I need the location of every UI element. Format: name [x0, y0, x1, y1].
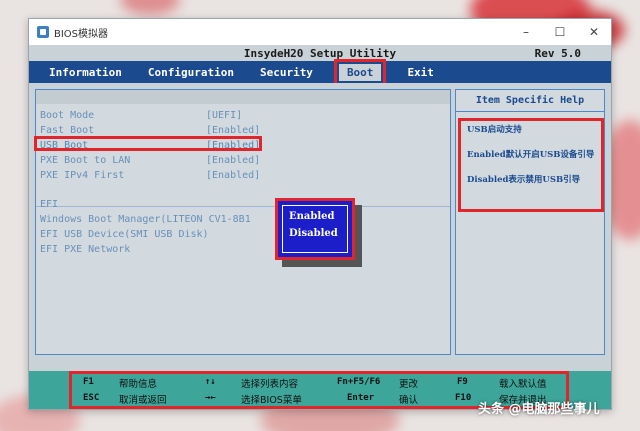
- option-pxe-ipv4-first[interactable]: PXE IPv4 First [Enabled]: [40, 170, 260, 181]
- option-value: [UEFI]: [206, 110, 243, 121]
- efi-item-usb-device[interactable]: EFI USB Device(SMI USB Disk): [40, 229, 209, 240]
- key-desc: 帮助信息: [119, 379, 158, 390]
- help-panel: Item Specific Help USB启动支持 Enabled默认开启US…: [455, 89, 605, 355]
- option-pxe-boot-lan[interactable]: PXE Boot to LAN [Enabled]: [40, 155, 260, 166]
- close-button[interactable]: ✕: [577, 19, 611, 45]
- efi-item-windows-boot-manager[interactable]: Windows Boot Manager(LITEON CV1-8B1: [40, 214, 251, 225]
- key-fn-f5-f6: Fn+F5/F6: [337, 377, 381, 387]
- option-label: Boot Mode: [40, 110, 95, 121]
- key-f10: F10: [455, 393, 472, 403]
- option-value: [Enabled]: [206, 170, 261, 181]
- menu-boot[interactable]: Boot: [333, 58, 387, 86]
- key-desc: 更改: [399, 379, 419, 390]
- key-f9: F9: [457, 377, 468, 387]
- option-boot-mode[interactable]: Boot Mode [UEFI]: [40, 110, 242, 121]
- key-up-down: ↑↓: [205, 377, 216, 387]
- key-left-right: →←: [205, 393, 216, 403]
- boot-options-panel: Boot Mode [UEFI] Fast Boot [Enabled] USB B…: [34, 89, 451, 355]
- help-line: Disabled表示禁用USB引导: [467, 175, 581, 185]
- option-value: [Enabled]: [206, 155, 261, 166]
- popup-option-disabled[interactable]: Disabled: [289, 225, 341, 242]
- popup-option-enabled[interactable]: Enabled: [289, 208, 341, 225]
- menu-exit[interactable]: Exit: [407, 66, 434, 79]
- option-label: PXE Boot to LAN: [40, 155, 131, 166]
- bios-body: Boot Mode [UEFI] Fast Boot [Enabled] USB B…: [29, 83, 611, 371]
- bios-header: InsydeH20 Setup Utility Rev 5.0: [29, 45, 611, 61]
- key-desc: 选择列表内容: [241, 379, 299, 390]
- key-desc: 载入默认值: [499, 379, 547, 390]
- value-select-popup: Enabled Disabled: [275, 198, 355, 260]
- key-desc: 确认: [399, 395, 419, 406]
- help-line: USB启动支持: [467, 125, 522, 135]
- window-title: BIOS模拟器: [54, 28, 109, 40]
- efi-heading: EFI: [40, 199, 59, 210]
- menu-security[interactable]: Security: [260, 66, 313, 79]
- efi-item-pxe-network[interactable]: EFI PXE Network: [40, 244, 130, 255]
- key-esc: ESC: [83, 393, 100, 403]
- window-titlebar[interactable]: BIOS模拟器 – ☐ ✕: [29, 19, 611, 45]
- maximize-button[interactable]: ☐: [543, 19, 577, 45]
- help-line: Enabled默认开启USB设备引导: [467, 150, 595, 160]
- option-label: Fast Boot: [40, 125, 95, 136]
- option-fast-boot[interactable]: Fast Boot [Enabled]: [40, 125, 260, 136]
- bios-menubar: Information Configuration Security Boot …: [29, 58, 611, 86]
- menu-information[interactable]: Information: [49, 66, 122, 79]
- option-label: PXE IPv4 First: [40, 170, 125, 181]
- key-desc: 选择BIOS菜单: [241, 395, 302, 406]
- minimize-button[interactable]: –: [509, 19, 543, 45]
- source-watermark: 头条 @电脑那些事儿: [478, 402, 600, 417]
- help-title: Item Specific Help: [456, 90, 604, 112]
- help-text-box: USB启动支持 Enabled默认开启USB设备引导 Disabled表示禁用U…: [458, 118, 604, 212]
- bios-title: InsydeH20 Setup Utility: [243, 46, 397, 60]
- menu-configuration[interactable]: Configuration: [148, 66, 234, 79]
- usb-boot-highlight: [34, 136, 262, 151]
- key-f1: F1: [83, 377, 94, 387]
- bios-revision: Rev 5.0: [534, 46, 581, 60]
- app-icon: [37, 26, 49, 38]
- option-value: [Enabled]: [206, 125, 261, 136]
- bios-simulator-window: BIOS模拟器 – ☐ ✕ InsydeH20 Setup Utility Re…: [28, 18, 612, 410]
- key-desc: 取消或返回: [119, 395, 167, 406]
- key-enter: Enter: [347, 393, 375, 403]
